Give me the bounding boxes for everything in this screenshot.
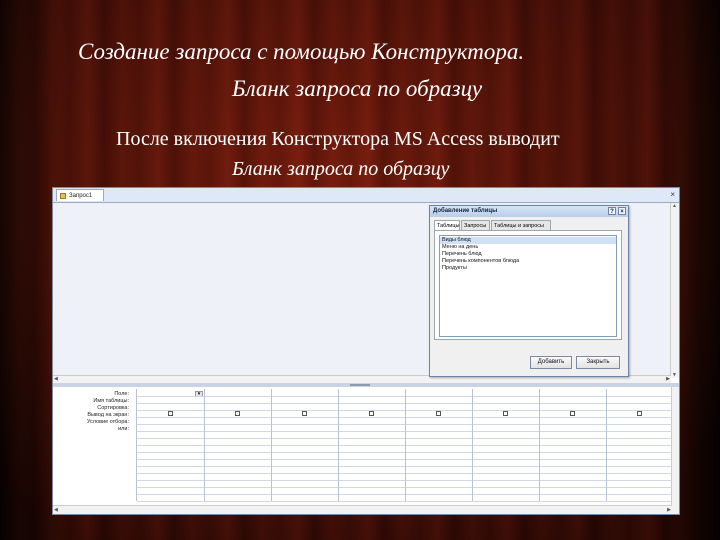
tab-query1-label: Запрос1 xyxy=(69,193,93,199)
slide-title-line2: Бланк запроса по образцу xyxy=(232,76,483,101)
access-query-window: Запрос1 × ▲ ▼ ◀ ▶ Добавление таблицы ? ×… xyxy=(52,187,680,515)
show-checkbox[interactable] xyxy=(302,411,307,416)
close-button[interactable]: Закрыть xyxy=(576,356,620,369)
tab-queries[interactable]: Запросы xyxy=(461,220,490,230)
table-pane-vertical-scrollbar[interactable]: ▲ ▼ xyxy=(670,203,679,378)
row-label-field: Поле: xyxy=(114,391,129,397)
show-checkbox[interactable] xyxy=(235,411,240,416)
row-label-sort: Сортировка: xyxy=(97,405,129,411)
query-design-grid: Поле: Имя таблицы: Сортировка: Вывод на … xyxy=(53,387,679,514)
list-item[interactable]: Перечень компонентов блюда xyxy=(440,258,616,265)
document-tab-bar: Запрос1 × xyxy=(53,188,679,203)
list-item[interactable]: Меню на день xyxy=(440,244,616,251)
grid-horizontal-scrollbar[interactable]: ◀ ▶ xyxy=(53,505,672,514)
add-table-dialog: Добавление таблицы ? × Таблицы Запросы Т… xyxy=(429,205,629,377)
add-button[interactable]: Добавить xyxy=(530,356,572,369)
help-icon[interactable]: ? xyxy=(608,207,616,215)
slide-title-line1: Создание запроса с помощью Конструктора. xyxy=(78,39,525,64)
dialog-close-icon[interactable]: × xyxy=(618,207,626,215)
list-item[interactable]: Продукты xyxy=(440,265,616,272)
list-item[interactable]: Перечень блюд xyxy=(440,251,616,258)
row-label-table: Имя таблицы: xyxy=(93,398,129,404)
scroll-down-icon[interactable]: ▼ xyxy=(672,372,677,378)
close-icon[interactable]: × xyxy=(670,190,675,200)
dialog-title: Добавление таблицы xyxy=(433,208,498,214)
grid-column-line xyxy=(472,389,473,501)
row-label-or: или: xyxy=(118,426,129,432)
body-line1: После включения Конструктора MS Access в… xyxy=(116,128,560,150)
splitter-grip[interactable] xyxy=(350,384,370,386)
show-checkbox[interactable] xyxy=(369,411,374,416)
row-label-show: Вывод на экран: xyxy=(87,412,129,418)
scroll-right-icon[interactable]: ▶ xyxy=(667,507,671,513)
grid-column-line xyxy=(539,389,540,501)
dialog-title-bar: Добавление таблицы ? × xyxy=(430,206,628,217)
show-checkbox[interactable] xyxy=(637,411,642,416)
grid-column-line xyxy=(405,389,406,501)
list-item[interactable]: Виды блюд xyxy=(440,237,616,244)
show-checkbox[interactable] xyxy=(503,411,508,416)
grid-column-line xyxy=(606,389,607,501)
grid-row-line xyxy=(137,501,673,502)
table-list[interactable]: Виды блюд Меню на день Перечень блюд Пер… xyxy=(439,235,617,337)
grid-column-line xyxy=(271,389,272,501)
grid-column-line xyxy=(338,389,339,501)
tab-query1[interactable]: Запрос1 xyxy=(56,189,104,201)
row-label-criteria: Условие отбора: xyxy=(86,419,129,425)
show-checkbox[interactable] xyxy=(570,411,575,416)
body-line2: Бланк запроса по образцу xyxy=(232,158,450,180)
grid-vertical-scrollbar[interactable] xyxy=(671,387,679,514)
show-checkbox[interactable] xyxy=(168,411,173,416)
dialog-tab-panel: Виды блюд Меню на день Перечень блюд Пер… xyxy=(434,230,622,340)
tab-tables-and-queries[interactable]: Таблицы и запросы xyxy=(491,220,551,230)
qbe-cells[interactable]: ▾ xyxy=(136,389,674,502)
scroll-left-icon[interactable]: ◀ xyxy=(54,507,58,513)
scroll-right-icon[interactable]: ▶ xyxy=(666,376,670,382)
scroll-left-icon[interactable]: ◀ xyxy=(54,376,58,382)
show-checkbox[interactable] xyxy=(436,411,441,416)
query-icon xyxy=(60,193,66,199)
scroll-up-icon[interactable]: ▲ xyxy=(672,203,677,209)
tab-tables[interactable]: Таблицы xyxy=(434,220,460,230)
grid-column-line xyxy=(204,389,205,501)
